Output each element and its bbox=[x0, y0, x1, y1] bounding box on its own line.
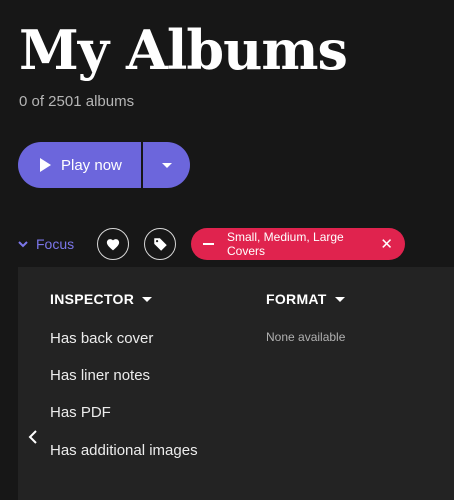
album-count: 0 of 2501 albums bbox=[19, 93, 135, 110]
play-now-button[interactable]: Play now bbox=[18, 142, 141, 188]
filter-chip-label: Small, Medium, Large Covers bbox=[227, 230, 344, 258]
inspector-item-pdf[interactable]: Has PDF bbox=[50, 404, 111, 421]
focus-label: Focus bbox=[36, 236, 75, 252]
heart-icon bbox=[106, 238, 120, 250]
chevron-down-icon bbox=[142, 296, 153, 302]
page-title: My Albums bbox=[19, 18, 348, 82]
inspector-item-additional-images[interactable]: Has additional images bbox=[50, 442, 198, 459]
minus-icon bbox=[203, 243, 214, 245]
tags-filter-button[interactable] bbox=[144, 228, 176, 260]
format-empty-text: None available bbox=[266, 330, 346, 344]
play-icon bbox=[40, 158, 51, 172]
chevron-down-icon bbox=[334, 296, 345, 302]
format-heading[interactable]: FORMAT bbox=[266, 291, 345, 307]
inspector-item-liner-notes[interactable]: Has liner notes bbox=[50, 367, 150, 384]
tag-icon bbox=[153, 237, 167, 251]
chevron-down-icon bbox=[18, 240, 28, 247]
inspector-item-back-cover[interactable]: Has back cover bbox=[50, 330, 153, 347]
chevron-down-icon bbox=[161, 162, 172, 168]
inspector-heading-label: INSPECTOR bbox=[50, 291, 135, 307]
play-options-button[interactable] bbox=[143, 142, 190, 188]
format-heading-label: FORMAT bbox=[266, 291, 327, 307]
inspector-heading[interactable]: INSPECTOR bbox=[50, 291, 153, 307]
close-icon[interactable]: ✕ bbox=[380, 235, 393, 253]
play-button-group: Play now bbox=[18, 142, 190, 188]
play-now-label: Play now bbox=[61, 156, 122, 174]
chevron-left-icon[interactable] bbox=[28, 430, 38, 444]
favorites-filter-button[interactable] bbox=[97, 228, 129, 260]
focus-toggle[interactable]: Focus bbox=[18, 228, 74, 260]
focus-panel: INSPECTOR FORMAT Has back cover Has line… bbox=[18, 267, 454, 500]
active-filter-chip[interactable]: Small, Medium, Large Covers ✕ bbox=[191, 228, 405, 260]
focus-bar: Focus Small, Medium, Large Covers ✕ bbox=[18, 228, 454, 260]
